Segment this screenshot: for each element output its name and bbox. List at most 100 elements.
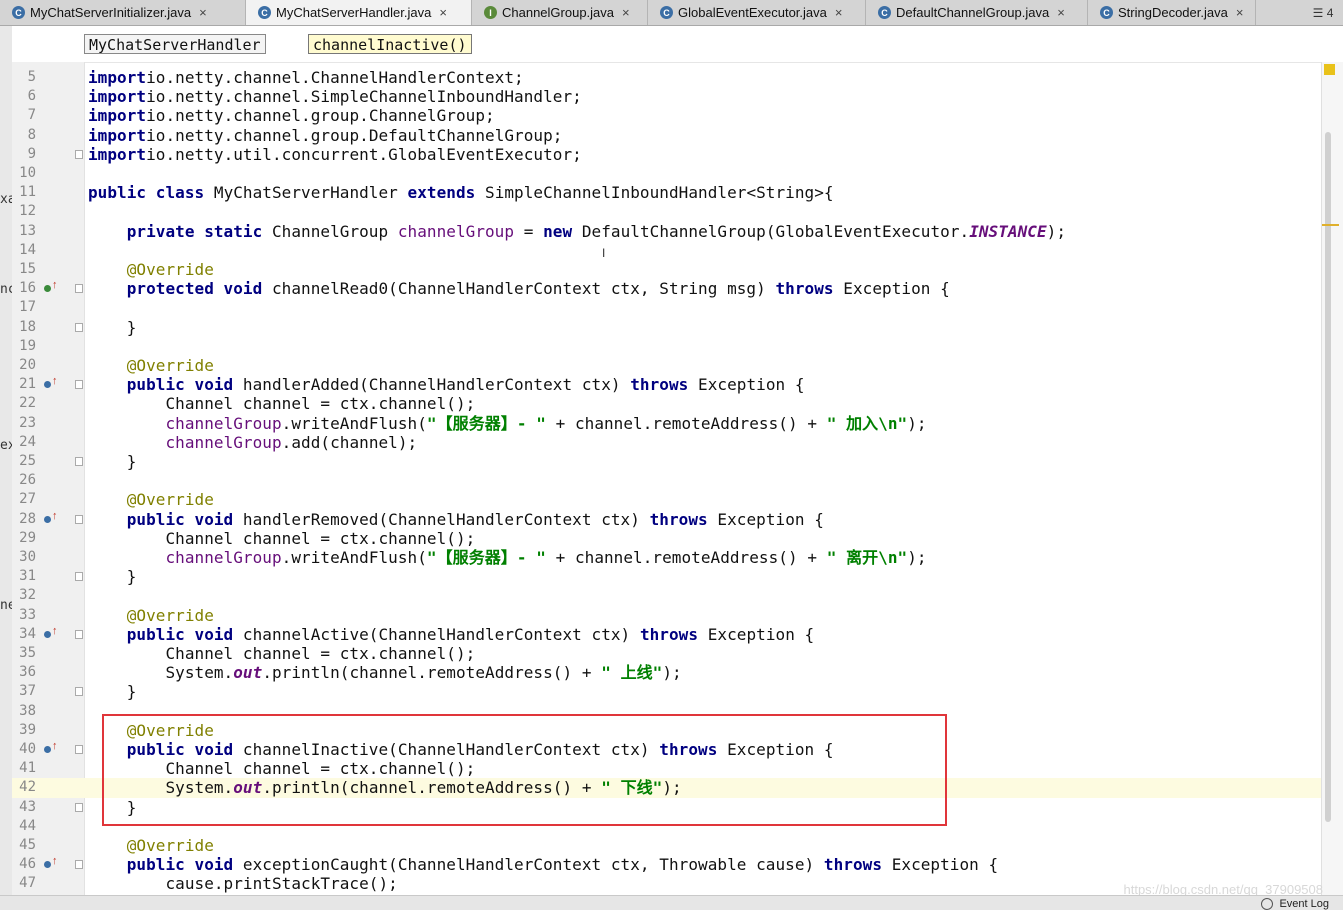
status-bar: Event Log [0, 895, 1343, 910]
close-icon[interactable]: × [439, 5, 447, 20]
code-line[interactable]: 30 channelGroup.writeAndFlush("【服务器】- " … [12, 548, 1322, 567]
close-icon[interactable]: × [1057, 5, 1065, 20]
overrides-method-icon[interactable]: ↑ [44, 510, 58, 527]
line-number: 29 [19, 529, 36, 546]
fold-toggle-icon[interactable] [75, 572, 83, 582]
breadcrumb-class[interactable]: MyChatServerHandler [84, 34, 266, 54]
code-line[interactable]: 7 importio.netty.channel.group.ChannelGro… [12, 106, 1322, 125]
code-token: MyChatServerHandler [204, 183, 408, 203]
tab-label: StringDecoder.java [1118, 5, 1228, 20]
code-line[interactable]: 45 @Override [12, 836, 1322, 855]
code-line[interactable]: 15 @Override [12, 260, 1322, 279]
code-line[interactable]: 23 channelGroup.writeAndFlush("【服务器】- " … [12, 414, 1322, 433]
fold-toggle-icon[interactable] [75, 322, 83, 332]
code-token: public void [126, 509, 234, 529]
code-line[interactable]: 20 @Override [12, 356, 1322, 375]
code-token: public class [88, 183, 205, 203]
warning-indicator-icon[interactable] [1324, 64, 1335, 75]
code-token: .add(channel); [281, 432, 418, 452]
fold-toggle-icon[interactable] [75, 802, 83, 812]
tab-globaleventexecutor[interactable]: C GlobalEventExecutor.java × [648, 0, 866, 25]
fold-toggle-icon[interactable] [75, 514, 83, 524]
code-token: } [88, 317, 137, 337]
class-icon: C [878, 6, 891, 19]
line-number: 7 [27, 107, 36, 124]
code-line[interactable]: 32 [12, 586, 1322, 605]
code-line[interactable]: 25 } [12, 452, 1322, 471]
warning-stripe-mark[interactable] [1322, 224, 1339, 226]
fold-toggle-icon[interactable] [75, 745, 83, 754]
fold-toggle-icon[interactable] [75, 687, 83, 697]
code-line[interactable]: 9 importio.netty.util.concurrent.GlobalEv… [12, 145, 1322, 164]
overrides-method-icon[interactable]: ↑ [44, 375, 58, 392]
code-line[interactable]: 33 @Override [12, 606, 1322, 625]
code-line[interactable]: 13 private static ChannelGroup channelGr… [12, 222, 1322, 241]
code-token: exceptionCaught(ChannelHandlerContext ct… [233, 855, 824, 875]
tab-list-menu-button[interactable]: ☰ 4 [1303, 0, 1343, 25]
code-line[interactable]: 21 ↑ public void handlerAdded(ChannelHand… [12, 375, 1322, 394]
line-number: 31 [19, 568, 36, 585]
code-line[interactable]: 19 [12, 337, 1322, 356]
overrides-method-icon[interactable]: ↑ [44, 740, 58, 757]
code-line[interactable]: 24 channelGroup.add(channel); [12, 433, 1322, 452]
code-token: ); [907, 548, 927, 567]
breadcrumb-method[interactable]: channelInactive() [308, 34, 472, 54]
code-line[interactable]: 6 importio.netty.channel.SimpleChannelInb… [12, 87, 1322, 106]
line-number: 8 [27, 126, 36, 143]
tab-mychatserverhandler[interactable]: C MyChatServerHandler.java × [246, 0, 472, 25]
code-line[interactable]: 11 public class MyChatServerHandler exten… [12, 183, 1322, 202]
fold-toggle-icon[interactable] [75, 284, 83, 294]
tab-channelgroup[interactable]: I ChannelGroup.java × [472, 0, 648, 25]
code-line[interactable]: 17 [12, 298, 1322, 317]
code-line[interactable]: 27 @Override [12, 490, 1322, 509]
tab-stringdecoder[interactable]: C StringDecoder.java × [1088, 0, 1256, 25]
event-log-icon [1261, 898, 1274, 910]
fold-toggle-icon[interactable] [75, 629, 83, 639]
tab-defaultchannelgroup[interactable]: C DefaultChannelGroup.java × [866, 0, 1088, 25]
scrollbar-thumb[interactable] [1325, 132, 1331, 822]
code-token: protected void [126, 279, 263, 299]
code-line[interactable]: 34 ↑ public void channelActive(ChannelHan… [12, 625, 1322, 644]
close-icon[interactable]: × [622, 5, 630, 20]
close-icon[interactable]: × [835, 5, 843, 20]
code-line[interactable]: 18 } [12, 318, 1322, 337]
code-line[interactable]: 35 Channel channel = ctx.channel(); [12, 644, 1322, 663]
code-line[interactable]: 5 importio.netty.channel.ChannelHandlerCo… [12, 68, 1322, 87]
code-token: .writeAndFlush( [281, 548, 427, 567]
fold-toggle-icon[interactable] [75, 860, 83, 870]
code-token: channelGroup [165, 548, 282, 567]
code-line[interactable]: 16 ↑ protected void channelRead0(ChannelH… [12, 279, 1322, 298]
code-line[interactable]: 22 Channel channel = ctx.channel(); [12, 394, 1322, 413]
implements-method-icon[interactable]: ↑ [44, 279, 58, 296]
fold-toggle-icon[interactable] [75, 380, 83, 390]
code-token: throws [639, 624, 699, 644]
line-number: 24 [19, 433, 36, 450]
line-number: 12 [19, 203, 36, 220]
event-log-button[interactable]: Event Log [1261, 898, 1329, 910]
code-line[interactable]: 31 } [12, 567, 1322, 586]
code-line[interactable]: 10 [12, 164, 1322, 183]
tab-label: MyChatServerHandler.java [276, 5, 432, 20]
fold-toggle-icon[interactable] [75, 149, 83, 159]
code-line[interactable]: 28 ↑ public void handlerRemoved(ChannelHa… [12, 510, 1322, 529]
code-line[interactable]: 29 Channel channel = ctx.channel(); [12, 529, 1322, 548]
class-icon: C [12, 6, 25, 19]
close-icon[interactable]: × [199, 5, 207, 20]
code-line[interactable]: 14 [12, 241, 1322, 260]
code-line[interactable]: 12 [12, 202, 1322, 221]
code-line[interactable]: 46 ↑ public void exceptionCaught(ChannelH… [12, 855, 1322, 874]
close-icon[interactable]: × [1236, 5, 1244, 20]
code-token: "【服务器】- " [426, 548, 546, 567]
overrides-method-icon[interactable]: ↑ [44, 855, 58, 872]
tab-mychatserverinitializer[interactable]: C MyChatServerInitializer.java × [0, 0, 246, 25]
code-line[interactable]: 37 } [12, 682, 1322, 701]
code-line[interactable]: 8 importio.netty.channel.group.DefaultCha… [12, 126, 1322, 145]
code-line[interactable]: 36 System.out.println(channel.remoteAddr… [12, 663, 1322, 682]
error-stripe-scrollbar[interactable] [1321, 62, 1343, 897]
code-line[interactable]: 26 [12, 471, 1322, 490]
overrides-method-icon[interactable]: ↑ [44, 625, 58, 642]
fold-toggle-icon[interactable] [75, 457, 83, 466]
